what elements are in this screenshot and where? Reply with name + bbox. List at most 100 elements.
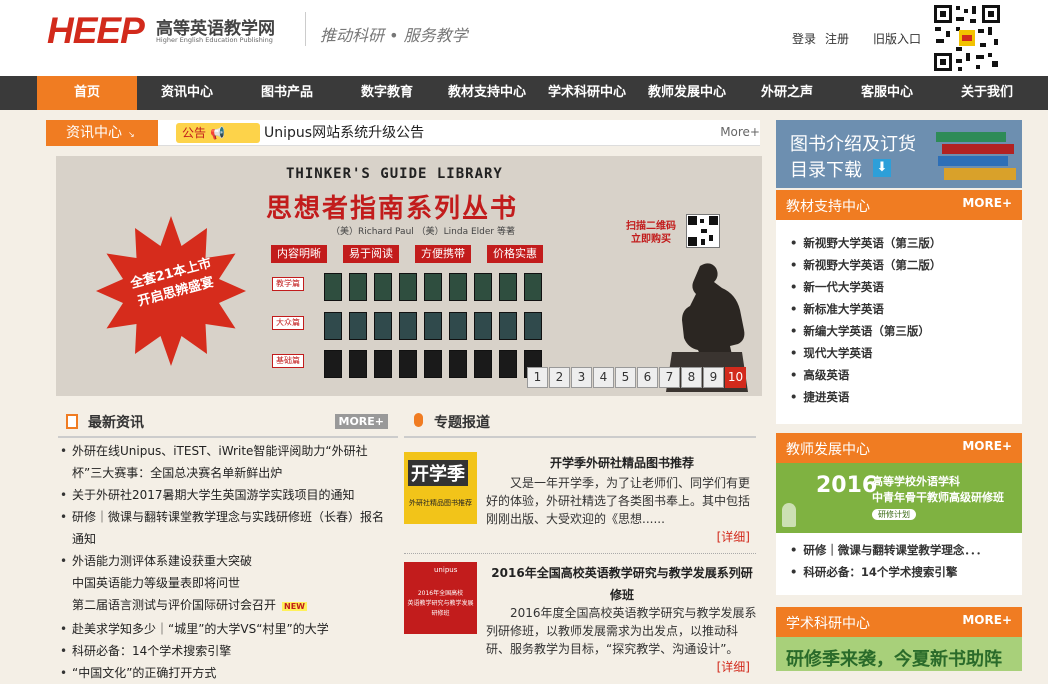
notice-more-link[interactable]: More+ bbox=[720, 120, 760, 144]
book-cover bbox=[374, 273, 392, 301]
corner-arrow-icon: ↘ bbox=[128, 130, 135, 139]
book-cover bbox=[499, 312, 517, 340]
textbook-item[interactable]: 高级英语 bbox=[790, 364, 941, 386]
book-cover bbox=[324, 350, 342, 378]
news-item[interactable]: 外语能力测评体系建设获重大突破 bbox=[60, 550, 390, 572]
book-cover bbox=[349, 312, 367, 340]
banner-page-4[interactable]: 4 bbox=[593, 367, 614, 388]
latest-news-header: 最新资讯 MORE+ bbox=[58, 406, 398, 438]
site-logo[interactable]: HEEP bbox=[47, 10, 145, 52]
banner-qr-icon[interactable] bbox=[686, 214, 720, 248]
news-item[interactable]: “中国文化”的正确打开方式 bbox=[60, 662, 390, 684]
latest-news-list: 外研在线Unipus、iTEST、iWrite智能评阅助力“外研社杯”三大赛事：… bbox=[60, 440, 390, 684]
news-center-label: 资讯中心 bbox=[66, 125, 122, 141]
logo-divider bbox=[305, 12, 306, 46]
report-thumbnail[interactable]: 开学季 外研社精品图书推荐 bbox=[404, 452, 477, 524]
banner-page-5[interactable]: 5 bbox=[615, 367, 636, 388]
nav-item-books[interactable]: 图书产品 bbox=[237, 76, 337, 110]
banner-page-1[interactable]: 1 bbox=[527, 367, 548, 388]
banner-authors: （美）Richard Paul （美）Linda Elder 等著 bbox=[331, 227, 515, 237]
teacher-panel-header: 教师发展中心 MORE+ bbox=[776, 433, 1022, 463]
banner-page-2[interactable]: 2 bbox=[549, 367, 570, 388]
banner-page-7[interactable]: 7 bbox=[659, 367, 680, 388]
news-item[interactable]: 中国英语能力等级量表即将问世 bbox=[60, 572, 390, 594]
book-cover bbox=[424, 312, 442, 340]
banner-page-8[interactable]: 8 bbox=[681, 367, 702, 388]
academic-panel-title: 学术科研中心 bbox=[786, 616, 870, 632]
textbook-panel-title: 教材支持中心 bbox=[786, 199, 870, 215]
textbook-item[interactable]: 新标准大学英语 bbox=[790, 298, 941, 320]
site-header: HEEP 高等英语教学网 Higher English Education Pu… bbox=[0, 0, 1048, 76]
textbook-panel: 教材支持中心 MORE+ 新视野大学英语（第三版）新视野大学英语（第二版）新一代… bbox=[776, 190, 1022, 424]
nav-item-textbook-support[interactable]: 教材支持中心 bbox=[437, 76, 537, 110]
report-title[interactable]: 开学季外研社精品图书推荐 bbox=[486, 452, 758, 474]
book-cover bbox=[474, 312, 492, 340]
news-center-tab[interactable]: 资讯中心 ↘ bbox=[46, 120, 158, 146]
register-link[interactable]: 注册 bbox=[825, 30, 849, 47]
latest-news-more[interactable]: MORE+ bbox=[334, 414, 388, 429]
nav-item-about[interactable]: 关于我们 bbox=[937, 76, 1037, 110]
teacher-panel-more[interactable]: MORE+ bbox=[962, 439, 1012, 453]
book-cover bbox=[324, 273, 342, 301]
news-item[interactable]: 外研在线Unipus、iTEST、iWrite智能评阅助力“外研社杯”三大赛事：… bbox=[60, 440, 390, 484]
textbook-item[interactable]: 新一代大学英语 bbox=[790, 276, 941, 298]
latest-news-title: 最新资讯 bbox=[88, 415, 144, 431]
notice-link[interactable]: Unipus网站系统升级公告 bbox=[264, 120, 424, 146]
report-detail-link[interactable]: [详细] bbox=[717, 658, 750, 675]
book-order-line2: 目录下载 bbox=[790, 160, 862, 181]
teacher-banner-button[interactable]: 研修计划 bbox=[872, 509, 916, 520]
report-detail-link[interactable]: [详细] bbox=[717, 528, 750, 545]
academic-panel-more[interactable]: MORE+ bbox=[962, 613, 1012, 627]
qr-code-icon bbox=[932, 3, 1002, 73]
book-cover bbox=[524, 273, 542, 301]
teacher-item[interactable]: 科研必备：14个学术搜索引擎 bbox=[790, 561, 987, 583]
news-item[interactable]: 科研必备：14个学术搜索引擎 bbox=[60, 640, 390, 662]
book-order-banner[interactable]: 图书介绍及订货 目录下载 ⬇ bbox=[776, 120, 1022, 188]
login-link[interactable]: 登录 bbox=[792, 30, 816, 47]
textbook-panel-more[interactable]: MORE+ bbox=[962, 196, 1012, 210]
textbook-item[interactable]: 现代大学英语 bbox=[790, 342, 941, 364]
teacher-item[interactable]: 研修｜微课与翻转课堂教学理念．．． bbox=[790, 539, 987, 561]
hero-banner[interactable]: THINKER'S GUIDE LIBRARY 思想者指南系列丛书 （美）Ric… bbox=[56, 156, 762, 396]
nav-item-academic[interactable]: 学术科研中心 bbox=[537, 76, 637, 110]
news-item-text: 研修｜微课与翻转课堂教学理念与实践研修班（长春）报名通知 bbox=[72, 510, 385, 546]
textbook-item[interactable]: 捷进英语 bbox=[790, 386, 941, 408]
textbook-item[interactable]: 新视野大学英语（第三版） bbox=[790, 232, 941, 254]
nav-item-service[interactable]: 客服中心 bbox=[837, 76, 937, 110]
banner-title-en: THINKER'S GUIDE LIBRARY bbox=[286, 166, 503, 182]
report-body: 2016年度全国高校英语教学研究与教学发展系列研修班，以教师发展需求为出发点，以… bbox=[486, 606, 757, 656]
teacher-banner-line: 高等学校外语学科 bbox=[872, 475, 960, 488]
nav-item-voice[interactable]: 外研之声 bbox=[737, 76, 837, 110]
book-cover bbox=[474, 273, 492, 301]
news-item[interactable]: 关于外研社2017暑期大学生英国游学实践项目的通知 bbox=[60, 484, 390, 506]
news-ticker: 资讯中心 ↘ 公告 📢 Unipus网站系统升级公告 More+ bbox=[46, 120, 760, 146]
report-thumbnail[interactable]: unipus 2016年全国高校 英语教学研究与教学发展 研修班 bbox=[404, 562, 477, 634]
news-item-text: 赴美求学知多少｜“城里”的大学VS“村里”的大学 bbox=[72, 622, 329, 636]
book-cover bbox=[499, 273, 517, 301]
banner-page-3[interactable]: 3 bbox=[571, 367, 592, 388]
textbook-item[interactable]: 新编大学英语（第三版） bbox=[790, 320, 941, 342]
nav-item-home[interactable]: 首页 bbox=[37, 76, 137, 110]
teacher-banner[interactable]: 2016 高等学校外语学科 中青年骨干教师高级研修班 研修计划 bbox=[776, 463, 1022, 533]
banner-page-9[interactable]: 9 bbox=[703, 367, 724, 388]
thumb-line: 英语教学研究与教学发展 bbox=[407, 600, 474, 607]
old-version-link[interactable]: 旧版入口 bbox=[873, 30, 921, 47]
report-title[interactable]: 2016年全国高校英语教学研究与教学发展系列研修班 bbox=[486, 562, 758, 606]
news-item[interactable]: 研修｜微课与翻转课堂教学理念与实践研修班（长春）报名通知 bbox=[60, 506, 390, 550]
news-item[interactable]: 赴美求学知多少｜“城里”的大学VS“村里”的大学 bbox=[60, 618, 390, 640]
nav-item-news[interactable]: 资讯中心 bbox=[137, 76, 237, 110]
banner-page-10[interactable]: 10 bbox=[725, 367, 746, 388]
thumb-caption: 外研社精品图书推荐 bbox=[409, 499, 472, 507]
nav-item-teacher-dev[interactable]: 教师发展中心 bbox=[637, 76, 737, 110]
news-item-text: 科研必备：14个学术搜索引擎 bbox=[72, 644, 232, 658]
news-item[interactable]: 第二届语言测试与评价国际研讨会召开 NEW bbox=[60, 594, 390, 618]
slogan: 推动科研 • 服务教学 bbox=[320, 26, 468, 45]
banner-page-6[interactable]: 6 bbox=[637, 367, 658, 388]
textbook-item[interactable]: 新视野大学英语（第二版） bbox=[790, 254, 941, 276]
book-cover bbox=[324, 312, 342, 340]
news-item-text: “中国文化”的正确打开方式 bbox=[72, 666, 217, 680]
academic-banner[interactable]: 研修季来袭，今夏新书助阵 bbox=[776, 637, 1022, 671]
book-cover bbox=[474, 350, 492, 378]
category-label: 大众篇 bbox=[272, 316, 304, 330]
nav-item-digital[interactable]: 数字教育 bbox=[337, 76, 437, 110]
